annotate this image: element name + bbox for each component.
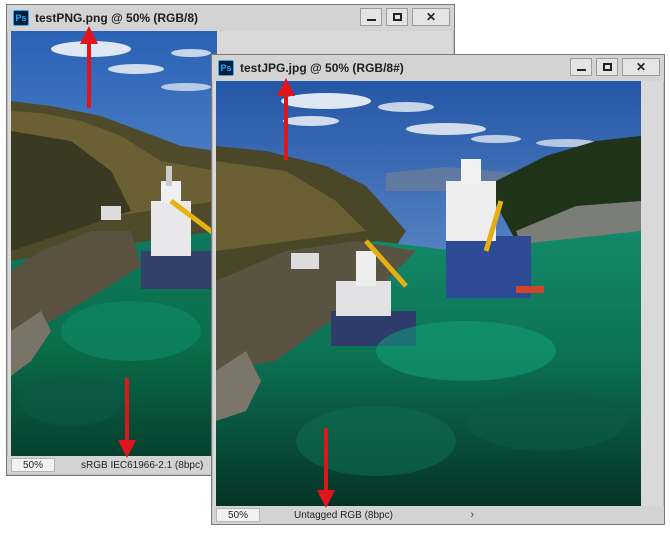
annotation-arrow-down-png-status bbox=[118, 378, 136, 458]
photo-harbour-png bbox=[11, 31, 217, 456]
photoshop-icon: Ps bbox=[218, 60, 234, 76]
status-menu-chevron-icon[interactable]: › bbox=[470, 509, 474, 521]
zoom-value: 50% bbox=[227, 509, 248, 521]
annotation-arrow-down-jpg-status bbox=[317, 428, 335, 508]
zoom-field[interactable]: 50% bbox=[216, 508, 260, 522]
minimize-button[interactable] bbox=[570, 58, 592, 76]
close-button[interactable]: ✕ bbox=[622, 58, 660, 76]
annotation-arrow-up-jpg-title bbox=[277, 78, 295, 160]
zoom-field[interactable]: 50% bbox=[11, 458, 55, 472]
window-title: testPNG.png @ 50% (RGB/8) bbox=[35, 11, 199, 25]
maximize-button[interactable] bbox=[386, 8, 408, 26]
status-bar: 50% Untagged RGB (8bpc) › bbox=[212, 506, 664, 524]
window-title: testJPG.jpg @ 50% (RGB/8#) bbox=[240, 61, 404, 75]
annotation-arrow-up-png-title bbox=[80, 26, 98, 108]
image-canvas[interactable] bbox=[11, 31, 217, 456]
minimize-icon bbox=[366, 19, 376, 21]
color-profile-label: Untagged RGB (8bpc) bbox=[294, 509, 393, 521]
zoom-value: 50% bbox=[22, 459, 43, 471]
maximize-button[interactable] bbox=[596, 58, 618, 76]
window-controls: ✕ bbox=[566, 58, 660, 76]
title-bar[interactable]: Ps testPNG.png @ 50% (RGB/8) ✕ bbox=[7, 5, 454, 31]
maximize-icon bbox=[602, 63, 612, 71]
close-button[interactable]: ✕ bbox=[412, 8, 450, 26]
minimize-button[interactable] bbox=[360, 8, 382, 26]
photoshop-icon: Ps bbox=[13, 10, 29, 26]
close-icon: ✕ bbox=[425, 10, 437, 24]
maximize-icon bbox=[392, 13, 402, 21]
close-icon: ✕ bbox=[635, 60, 647, 74]
minimize-icon bbox=[576, 69, 586, 71]
window-controls: ✕ bbox=[356, 8, 450, 26]
color-profile-label: sRGB IEC61966-2.1 (8bpc) bbox=[81, 459, 204, 471]
